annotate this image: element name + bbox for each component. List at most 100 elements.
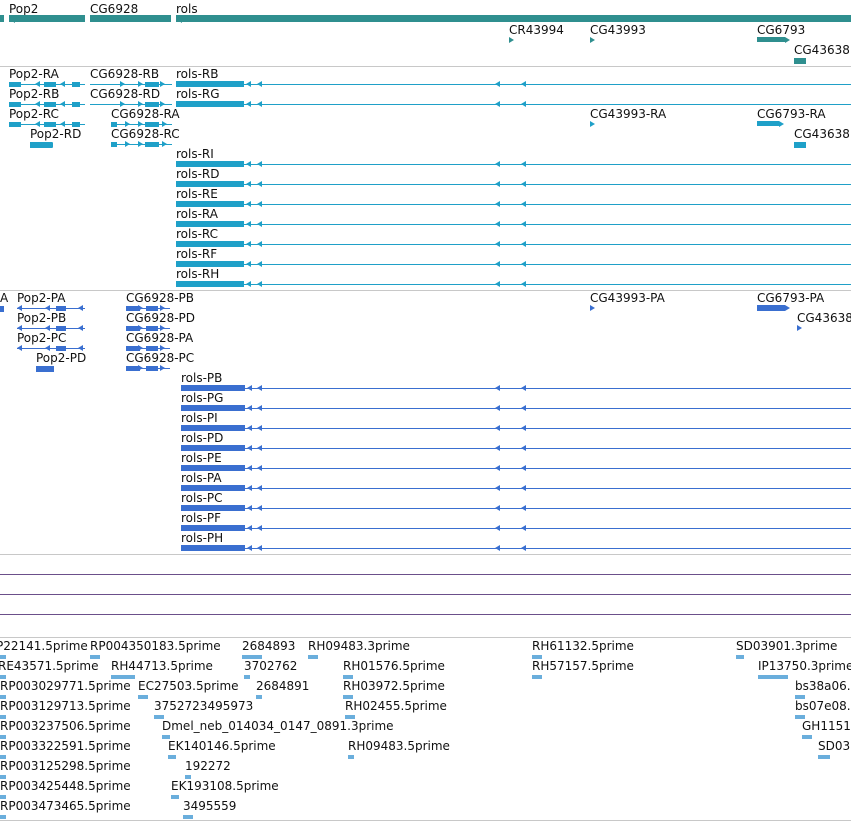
- feature-label-e16[interactable]: RH03972.5prime: [343, 679, 445, 693]
- feature-label-rols-pf[interactable]: rols-PF: [181, 511, 221, 525]
- feature-label-e27[interactable]: RH09483.5prime: [348, 739, 450, 753]
- feature-label-cg43638-t[interactable]: CG43638: [794, 127, 850, 141]
- feature-label-e23[interactable]: Dmel_neb_014034_0147_0891.3prime: [162, 719, 394, 733]
- feature-label-e4[interactable]: RH09483.3prime: [308, 639, 410, 653]
- feature-label-rols-pg[interactable]: rols-PG: [181, 391, 223, 405]
- feature-label-rols-pe[interactable]: rols-PE: [181, 451, 222, 465]
- feature-label-cg6928-rd[interactable]: CG6928-RD: [90, 87, 160, 101]
- feature-label-e2[interactable]: RP004350183.5prime: [90, 639, 221, 653]
- feature-label-pop2-pc[interactable]: Pop2-PC: [17, 331, 66, 345]
- feature-label-e29[interactable]: RP003125298.5prime: [0, 759, 131, 773]
- feature-label-e32[interactable]: EK193108.5prime: [171, 779, 279, 793]
- feature-label-cg6928-rc[interactable]: CG6928-RC: [111, 127, 180, 141]
- feature-label-rols-rg[interactable]: rols-RG: [176, 87, 220, 101]
- feature-label-e25[interactable]: RP003322591.5prime: [0, 739, 131, 753]
- feature-label-rols-pc[interactable]: rols-PC: [181, 491, 223, 505]
- feature-label-rols-rb[interactable]: rols-RB: [176, 67, 219, 81]
- feature-label-rols-rf[interactable]: rols-RF: [176, 247, 217, 261]
- arrow-right-icon: [160, 305, 165, 311]
- arrow-right-icon: [138, 101, 143, 107]
- feature-label-pop2-pa[interactable]: Pop2-PA: [17, 291, 65, 305]
- feature-label-cg6928[interactable]: CG6928: [90, 2, 138, 16]
- feature-label-rols-ph[interactable]: rols-PH: [181, 531, 223, 545]
- feature-label-e12[interactable]: IP13750.3prime: [758, 659, 851, 673]
- feature-label-cg43993[interactable]: CG43993: [590, 23, 646, 37]
- gene-rols: [176, 15, 851, 22]
- exon-block: [72, 122, 80, 127]
- feature-label-e13[interactable]: RP003029771.5prime: [0, 679, 131, 693]
- feature-label-e9[interactable]: 3702762: [244, 659, 297, 673]
- exon-block: [111, 122, 117, 127]
- feature-label-a-cut[interactable]: A: [0, 291, 8, 305]
- feature-label-e10[interactable]: RH01576.5prime: [343, 659, 445, 673]
- arrow-left-icon: [257, 545, 262, 551]
- feature-label-cg6793[interactable]: CG6793: [757, 23, 805, 37]
- feature-label-rols-rc[interactable]: rols-RC: [176, 227, 218, 241]
- feature-label-e24[interactable]: GH1151: [802, 719, 851, 733]
- feature-label-rols-pb[interactable]: rols-PB: [181, 371, 222, 385]
- feature-label-cg43638-p[interactable]: CG43638: [797, 311, 851, 325]
- feature-label-cg43993-ra[interactable]: CG43993-RA: [590, 107, 666, 121]
- exon-block: [176, 281, 244, 287]
- feature-label-rols-rh[interactable]: rols-RH: [176, 267, 219, 281]
- arrow-left-icon: [495, 161, 500, 167]
- feature-label-e28[interactable]: SD03: [818, 739, 850, 753]
- feature-label-rols-ri[interactable]: rols-RI: [176, 147, 214, 161]
- intron-line: [176, 264, 851, 265]
- feature-label-e15[interactable]: 2684891: [256, 679, 309, 693]
- feature-label-pop2-rc[interactable]: Pop2-RC: [9, 107, 59, 121]
- feature-label-cg6793-ra[interactable]: CG6793-RA: [757, 107, 826, 121]
- feature-label-e33[interactable]: RP003473465.5prime: [0, 799, 131, 813]
- feature-label-e31[interactable]: RP003425448.5prime: [0, 779, 131, 793]
- feature-label-rols-rd[interactable]: rols-RD: [176, 167, 220, 181]
- feature-label-e21[interactable]: bs07e08.: [795, 699, 851, 713]
- arrow-left-icon: [495, 201, 500, 207]
- arrow-left-icon: [521, 201, 526, 207]
- feature-label-e3[interactable]: 2684893: [242, 639, 295, 653]
- arrow-left-icon: [521, 161, 526, 167]
- feature-label-cg6928-pb[interactable]: CG6928-PB: [126, 291, 194, 305]
- feature-label-e1[interactable]: P22141.5prime: [0, 639, 88, 653]
- feature-label-e6[interactable]: SD03901.3prime: [736, 639, 837, 653]
- est-block: [90, 655, 100, 659]
- feature-label-e19[interactable]: 3752723495973: [154, 699, 253, 713]
- feature-label-pop2-ra[interactable]: Pop2-RA: [9, 67, 59, 81]
- feature-label-cg6928-ra[interactable]: CG6928-RA: [111, 107, 180, 121]
- feature-label-cg6928-pd[interactable]: CG6928-PD: [126, 311, 195, 325]
- feature-label-rols-re[interactable]: rols-RE: [176, 187, 218, 201]
- feature-label-rols-pd[interactable]: rols-PD: [181, 431, 223, 445]
- intron-line: [17, 308, 85, 309]
- feature-label-e18[interactable]: RP003129713.5prime: [0, 699, 131, 713]
- feature-label-e30[interactable]: 192272: [185, 759, 231, 773]
- feature-label-cg6793-pa[interactable]: CG6793-PA: [757, 291, 824, 305]
- feature-label-pop2-rd[interactable]: Pop2-RD: [30, 127, 81, 141]
- feature-label-e14[interactable]: EC27503.5prime: [138, 679, 239, 693]
- feature-label-e7[interactable]: RE43571.5prime: [0, 659, 99, 673]
- arrow-left-icon: [257, 181, 262, 187]
- arrow-left-icon: [257, 525, 262, 531]
- feature-label-rols-pi[interactable]: rols-PI: [181, 411, 218, 425]
- feature-label-rols-ra[interactable]: rols-RA: [176, 207, 218, 221]
- feature-label-e17[interactable]: bs38a06.: [795, 679, 851, 693]
- feature-label-e22[interactable]: RP003237506.5prime: [0, 719, 131, 733]
- feature-label-pop2-rb[interactable]: Pop2-RB: [9, 87, 59, 101]
- feature-label-cr43994[interactable]: CR43994: [509, 23, 564, 37]
- feature-label-e20[interactable]: RH02455.5prime: [345, 699, 447, 713]
- arrow-left-icon: [495, 221, 500, 227]
- feature-label-rols-pa[interactable]: rols-PA: [181, 471, 222, 485]
- feature-label-e34[interactable]: 3495559: [183, 799, 236, 813]
- feature-label-e5[interactable]: RH61132.5prime: [532, 639, 634, 653]
- exon-block: [757, 305, 785, 311]
- feature-label-e11[interactable]: RH57157.5prime: [532, 659, 634, 673]
- feature-label-e8[interactable]: RH44713.5prime: [111, 659, 213, 673]
- arrow-left-icon: [247, 385, 252, 391]
- feature-label-cg43638[interactable]: CG43638: [794, 43, 850, 57]
- feature-label-pop2-pd[interactable]: Pop2-PD: [36, 351, 86, 365]
- feature-label-cg6928-pa[interactable]: CG6928-PA: [126, 331, 193, 345]
- feature-label-e26[interactable]: EK140146.5prime: [168, 739, 276, 753]
- est-block: [138, 695, 148, 699]
- feature-label-cg6928-rb[interactable]: CG6928-RB: [90, 67, 159, 81]
- feature-label-cg43993-pa[interactable]: CG43993-PA: [590, 291, 665, 305]
- feature-label-pop2-pb[interactable]: Pop2-PB: [17, 311, 66, 325]
- feature-label-cg6928-pc[interactable]: CG6928-PC: [126, 351, 194, 365]
